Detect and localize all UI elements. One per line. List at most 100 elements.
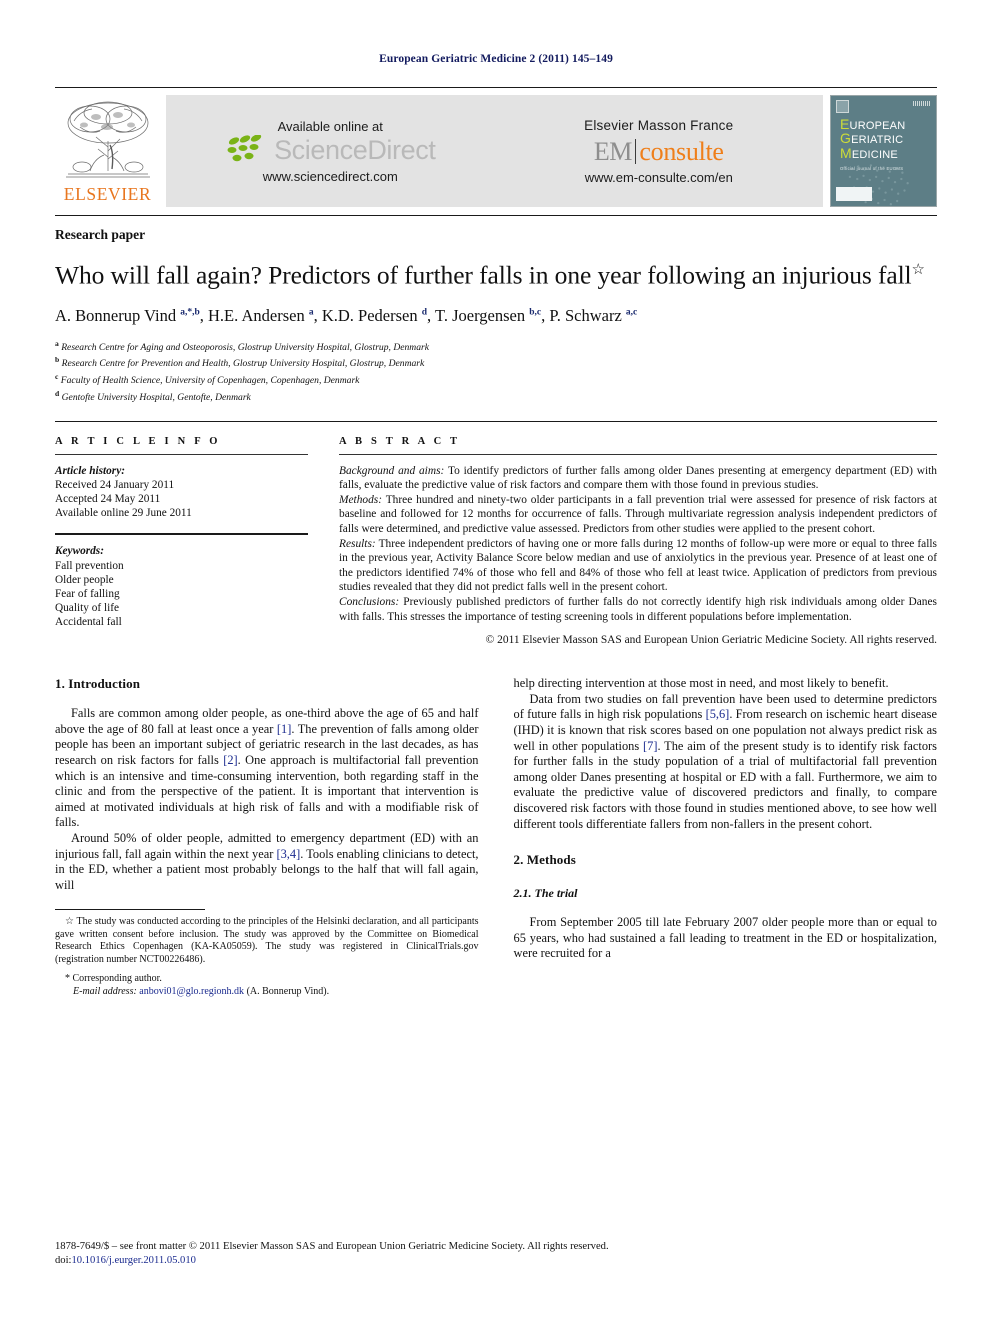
abstract-section-text: Three hundred and ninety-two older parti… bbox=[339, 493, 937, 535]
doi-label: doi: bbox=[55, 1254, 72, 1266]
info-section-top-rule bbox=[55, 420, 937, 422]
article-info-column: A R T I C L E I N F O Article history: R… bbox=[55, 436, 308, 647]
email-address-label: E-mail address: bbox=[73, 986, 137, 998]
history-received: Received 24 January 2011 bbox=[55, 478, 175, 491]
em-wordmark: EM bbox=[593, 136, 633, 166]
body-left-column: 1. Introduction Falls are common among o… bbox=[55, 676, 479, 999]
email-owner: (A. Bonnerup Vind). bbox=[246, 986, 330, 998]
cover-barcode-icon bbox=[913, 101, 931, 106]
doi-line: doi:10.1016/j.eurger.2011.05.010 bbox=[55, 1254, 937, 1267]
subsection-heading-the-trial: 2.1. The trial bbox=[513, 886, 578, 901]
cover-line-3: EDICINE bbox=[851, 148, 898, 161]
doi-link[interactable]: 10.1016/j.eurger.2011.05.010 bbox=[71, 1255, 195, 1266]
banner-grey-area: Available online at ScienceDirect www.sc… bbox=[166, 95, 823, 207]
banner-top-rule bbox=[55, 87, 937, 88]
title-footnote-marker[interactable]: ☆ bbox=[912, 262, 925, 278]
page-footer: 1878-7649/$ – see front matter © 2011 El… bbox=[55, 1240, 937, 1267]
publisher-banner: ELSEVIER Available online at ScienceDire… bbox=[55, 87, 937, 207]
consulte-wordmark: consulte bbox=[639, 136, 724, 166]
footnote-corresponding-text: Corresponding author. bbox=[72, 972, 162, 984]
cover-line-1: UROPEAN bbox=[849, 120, 906, 132]
abstract-column: A B S T R A C T Background and aims: To … bbox=[339, 435, 937, 646]
elsevier-masson-france-label: Elsevier Masson France bbox=[584, 117, 734, 133]
available-online-label: Available online at bbox=[277, 118, 383, 134]
affiliation-marker: b bbox=[55, 355, 60, 365]
issn-copyright-line: 1878-7649/$ – see front matter © 2011 El… bbox=[55, 1241, 609, 1253]
keyword-item: Quality of life bbox=[55, 602, 119, 615]
keywords-label: Keywords: bbox=[55, 545, 104, 558]
em-divider bbox=[634, 139, 637, 164]
affiliation-marker: c bbox=[55, 372, 59, 382]
history-online: Available online 29 June 2011 bbox=[55, 507, 192, 520]
cover-publisher-mark-icon bbox=[836, 100, 849, 113]
abstract-body: Background and aims: To identify predict… bbox=[339, 464, 937, 625]
journal-article-page: European Geriatric Medicine 2 (2011) 145… bbox=[0, 0, 992, 1323]
article-history-block: Article history: Received 24 January 201… bbox=[55, 464, 308, 521]
keyword-item: Accidental fall bbox=[55, 616, 122, 629]
history-accepted: Accepted 24 May 2011 bbox=[55, 493, 161, 506]
body-right-column: help directing intervention at those mos… bbox=[514, 676, 938, 999]
paragraph: Data from two studies on fall prevention… bbox=[513, 691, 938, 831]
elsevier-logo: ELSEVIER bbox=[55, 95, 160, 207]
section-heading-introduction: 1. Introduction bbox=[55, 676, 141, 692]
article-title-text: Who will fall again? Predictors of furth… bbox=[55, 260, 912, 290]
footnotes-block: ☆ The study was conducted according to t… bbox=[55, 909, 479, 999]
keyword-item: Fear of falling bbox=[55, 588, 120, 601]
affiliation-marker: d bbox=[55, 388, 60, 398]
abstract-section: Conclusions: Previously published predic… bbox=[339, 595, 937, 624]
citation-ref[interactable]: [3,4] bbox=[276, 847, 300, 861]
elsevier-tree-icon bbox=[65, 101, 150, 178]
journal-cover-thumbnail[interactable]: EUROPEAN GERIATRIC MEDICINE Official jou… bbox=[830, 95, 937, 207]
running-head: European Geriatric Medicine 2 (2011) 145… bbox=[379, 53, 613, 65]
sciencedirect-wordmark: ScienceDirect bbox=[274, 134, 436, 165]
abstract-section-label: Methods: bbox=[339, 493, 383, 506]
affiliation-item: d Gentofte University Hospital, Gentofte… bbox=[55, 388, 251, 404]
footnote-email-line: E-mail address: anbovi01@glo.regionh.dk … bbox=[55, 986, 479, 999]
abstract-section-label: Conclusions: bbox=[339, 595, 400, 608]
paragraph: Around 50% of older people, admitted to … bbox=[55, 830, 479, 892]
sciencedirect-block[interactable]: Available online at ScienceDirect www.sc… bbox=[166, 95, 495, 207]
abstract-rule bbox=[339, 453, 937, 455]
section-heading-methods: 2. Methods bbox=[513, 852, 576, 868]
citation-ref[interactable]: [7] bbox=[643, 739, 657, 753]
affiliation-marker: a bbox=[55, 338, 59, 348]
keywords-block: Keywords: Fall prevention Older people F… bbox=[55, 544, 308, 629]
footnote-asterisk-marker: * bbox=[65, 972, 70, 984]
email-link[interactable]: anbovi01@glo.regionh.dk bbox=[139, 986, 244, 997]
keyword-item: Older people bbox=[55, 573, 114, 586]
paragraph: From September 2005 till late February 2… bbox=[513, 915, 938, 961]
citation-ref[interactable]: [5,6] bbox=[706, 707, 730, 721]
abstract-heading: A B S T R A C T bbox=[339, 435, 461, 447]
footnote-star-marker: ☆ bbox=[65, 916, 75, 928]
keyword-item: Fall prevention bbox=[55, 559, 124, 572]
abstract-section: Methods: Three hundred and ninety-two ol… bbox=[339, 493, 937, 537]
author-list[interactable]: A. Bonnerup Vind a,*,b, H.E. Andersen a,… bbox=[55, 306, 937, 326]
citation-ref[interactable]: [2] bbox=[223, 753, 237, 767]
sciencedirect-leaf-icon bbox=[227, 135, 262, 162]
article-history-label: Article history: bbox=[55, 464, 125, 477]
emconsulte-block[interactable]: Elsevier Masson France EM consulte www.e… bbox=[495, 95, 824, 207]
paragraph: help directing intervention at those mos… bbox=[513, 676, 889, 691]
sciencedirect-url[interactable]: www.sciencedirect.com bbox=[263, 169, 398, 184]
footnote-star-text: The study was conducted according to the… bbox=[55, 916, 479, 966]
affiliation-list: a Research Centre for Aging and Osteopor… bbox=[55, 338, 937, 405]
keywords-rule bbox=[55, 533, 308, 536]
paragraph: Falls are common among older people, as … bbox=[55, 706, 479, 830]
footnote-rule bbox=[55, 909, 205, 911]
cover-cap-m: M bbox=[840, 144, 852, 161]
cover-society-logo-icon bbox=[836, 187, 872, 201]
abstract-section: Results: Three independent predictors of… bbox=[339, 537, 937, 595]
abstract-section-text: Three independent predictors of having o… bbox=[339, 537, 937, 594]
citation-ref[interactable]: [1] bbox=[277, 722, 291, 736]
elsevier-wordmark: ELSEVIER bbox=[63, 184, 152, 204]
article-info-rule bbox=[55, 453, 308, 455]
abstract-section-label: Background and aims: bbox=[339, 464, 445, 477]
cover-line-2: ERIATRIC bbox=[851, 134, 904, 147]
emconsulte-url[interactable]: www.em-consulte.com/en bbox=[585, 170, 733, 185]
cover-title: EUROPEAN GERIATRIC MEDICINE Official jou… bbox=[840, 117, 932, 176]
footnote-study-statement: ☆ The study was conducted according to t… bbox=[55, 916, 479, 966]
footnote-corresponding-author: * Corresponding author. bbox=[55, 973, 479, 986]
article-type-label: Research paper bbox=[55, 227, 146, 242]
cover-subtitle: Official journal of the EUGMS bbox=[840, 166, 904, 172]
abstract-section-text: Previously published predictors of furth… bbox=[339, 595, 937, 623]
